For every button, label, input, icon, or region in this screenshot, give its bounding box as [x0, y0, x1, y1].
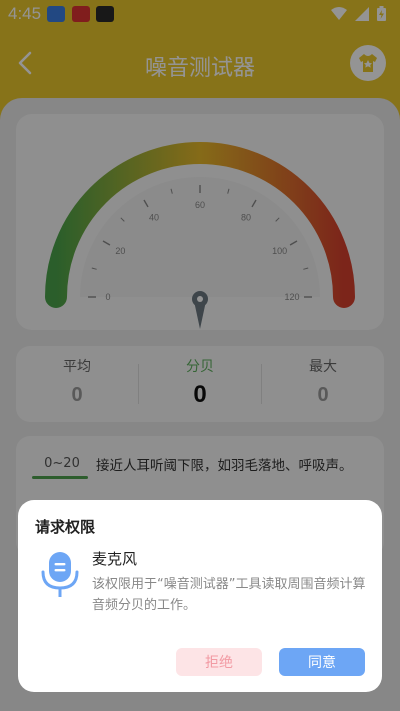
permission-description: 该权限用于“噪音测试器”工具读取周围音频计算音频分贝的工作。	[92, 577, 366, 613]
microphone-icon	[41, 552, 79, 597]
permission-name: 麦克风	[92, 550, 138, 568]
dialog-title: 请求权限	[35, 518, 96, 536]
deny-button[interactable]: 拒绝	[176, 648, 262, 676]
permission-dialog: 请求权限 麦克风 该权限用于“噪音测试器”工具读取周围音频计算音频分贝的工作。 …	[18, 500, 382, 692]
allow-button[interactable]: 同意	[279, 648, 365, 676]
